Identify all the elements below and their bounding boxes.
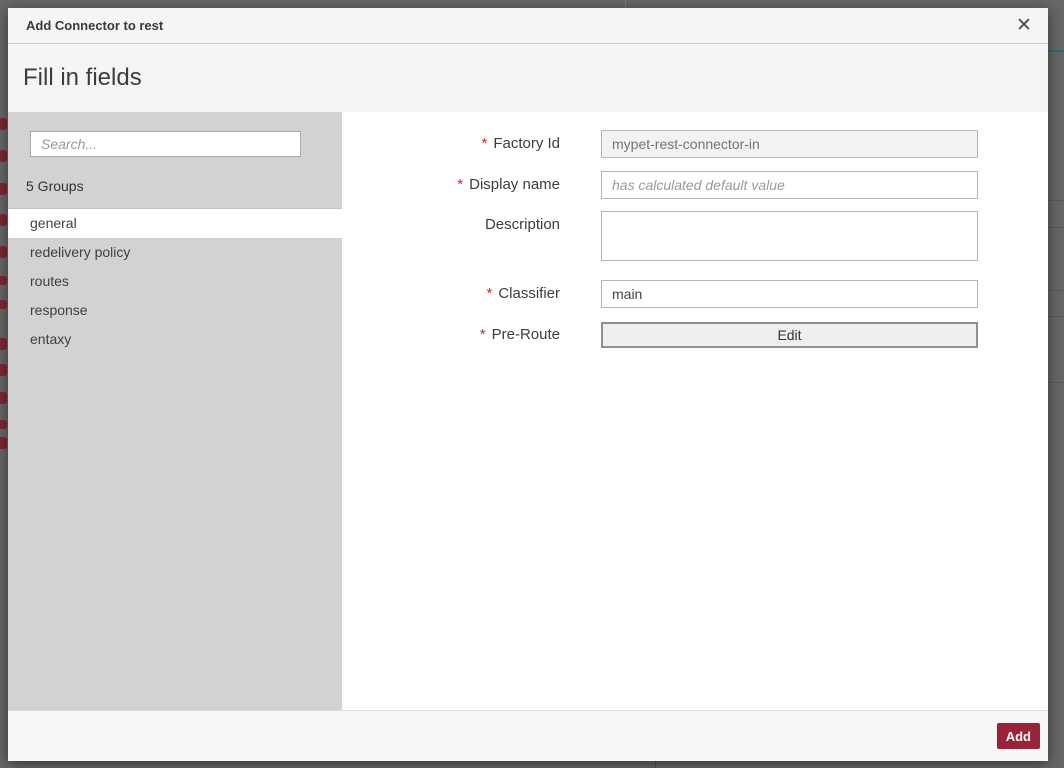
form-row-classifier: *Classifier — [342, 280, 1048, 308]
sidebar-item-redelivery-policy[interactable]: redelivery policy — [8, 238, 342, 267]
background-fragment — [1048, 290, 1064, 291]
background-divider — [625, 0, 626, 8]
background-red-icon — [0, 420, 7, 429]
sidebar-item-entaxy[interactable]: entaxy — [8, 325, 342, 354]
background-red-icon — [0, 392, 7, 404]
page-title: Fill in fields — [23, 64, 142, 92]
search-input[interactable] — [30, 131, 301, 157]
display-name-label: *Display name — [342, 171, 560, 199]
background-red-icon — [0, 364, 7, 376]
required-marker: * — [457, 176, 463, 193]
form-row-factory-id: *Factory Id — [342, 130, 1048, 158]
dialog-content: 5 Groups general redelivery policy route… — [8, 112, 1048, 710]
groups-count-label: 5 Groups — [8, 179, 342, 194]
classifier-label: *Classifier — [342, 280, 560, 308]
group-list: general redelivery policy routes respons… — [8, 208, 342, 354]
description-field[interactable] — [601, 211, 978, 261]
close-icon[interactable]: ✕ — [1010, 12, 1038, 40]
form-row-description: Description — [342, 211, 1048, 266]
background-red-icon — [0, 246, 7, 258]
required-marker: * — [481, 135, 487, 152]
background-divider — [655, 761, 656, 768]
sidebar-item-response[interactable]: response — [8, 296, 342, 325]
pre-route-label: *Pre-Route — [342, 322, 560, 348]
background-fragment — [1048, 227, 1064, 228]
background-red-icon — [0, 183, 7, 195]
background-fragment — [1048, 200, 1064, 201]
sidebar-item-general[interactable]: general — [8, 209, 342, 238]
background-red-icon — [0, 150, 7, 162]
add-connector-dialog: Add Connector to rest ✕ Fill in fields 5… — [8, 8, 1048, 761]
required-marker: * — [480, 326, 486, 343]
background-fragment — [1048, 50, 1064, 52]
background-fragment — [1048, 382, 1064, 383]
background-red-icon — [0, 338, 7, 350]
background-red-icon — [0, 276, 7, 285]
classifier-field[interactable] — [601, 280, 978, 308]
groups-sidebar: 5 Groups general redelivery policy route… — [8, 112, 342, 710]
dialog-footer: Add — [8, 710, 1048, 761]
form-row-pre-route: *Pre-Route Edit — [342, 322, 1048, 348]
factory-id-field — [601, 130, 978, 158]
dialog-heading-bar: Fill in fields — [8, 44, 1048, 112]
sidebar-item-routes[interactable]: routes — [8, 267, 342, 296]
factory-id-label: *Factory Id — [342, 130, 560, 158]
background-fragment — [1048, 316, 1064, 317]
display-name-field[interactable] — [601, 171, 978, 199]
required-marker: * — [486, 285, 492, 302]
background-red-icon — [0, 214, 7, 226]
add-button[interactable]: Add — [997, 723, 1040, 749]
background-red-icon — [0, 118, 7, 130]
pre-route-edit-button[interactable]: Edit — [601, 322, 978, 348]
background-red-icon — [0, 437, 7, 449]
form-panel: *Factory Id *Display name Description — [342, 112, 1048, 710]
dialog-titlebar: Add Connector to rest ✕ — [8, 8, 1048, 44]
form-row-display-name: *Display name — [342, 171, 1048, 199]
dialog-title: Add Connector to rest — [26, 18, 163, 33]
background-red-icon — [0, 300, 7, 309]
description-label: Description — [342, 211, 560, 266]
